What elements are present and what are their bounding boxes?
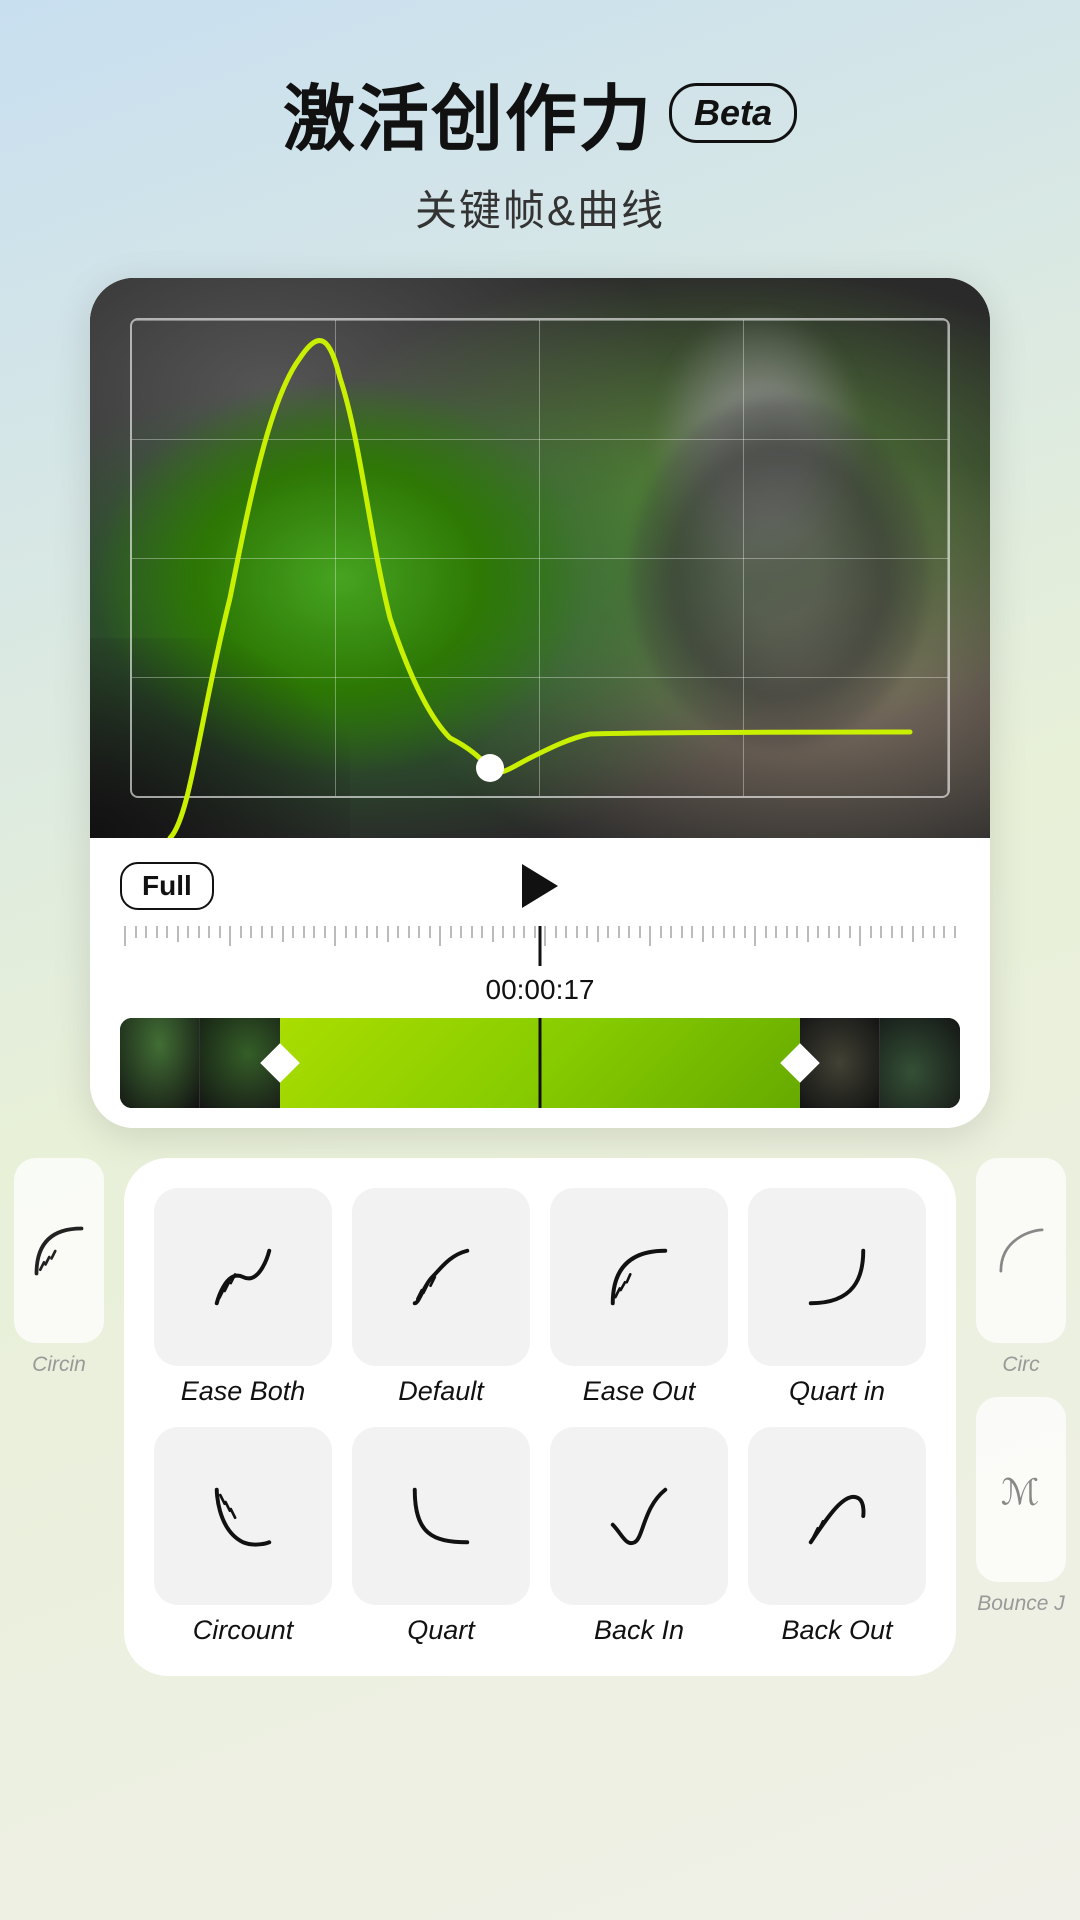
easing-card-ease-out[interactable]: [550, 1188, 728, 1366]
right-partial-group: Circ ℳ Bounce J: [976, 1158, 1066, 1616]
page-title: 激活创作力: [283, 60, 653, 165]
partial-card-circ[interactable]: [976, 1158, 1066, 1343]
partial-label-circ: Circ: [1002, 1353, 1039, 1377]
partial-card-circin[interactable]: [14, 1158, 104, 1343]
film-segment-dark-left: [120, 1018, 280, 1108]
easing-card-quart-in[interactable]: [748, 1188, 926, 1366]
easing-label-quart: Quart: [407, 1615, 475, 1646]
easing-label-ease-out: Ease Out: [583, 1376, 696, 1407]
easing-item-quart-in: Quart in: [748, 1188, 926, 1407]
easing-card-back-out[interactable]: [748, 1427, 926, 1605]
easing-label-circount: Circount: [193, 1615, 294, 1646]
easing-grid-row2: Circount Quart: [154, 1427, 926, 1646]
easing-item-ease-out: Ease Out: [550, 1188, 728, 1407]
partial-card-bounce-j[interactable]: ℳ: [976, 1397, 1066, 1582]
main-card: Full 00:00:17: [90, 278, 990, 1128]
timeline-controls: Full: [120, 862, 960, 910]
header-subtitle: 关键帧&曲线: [283, 177, 797, 238]
video-preview: [90, 278, 990, 838]
easing-row-1: Circin Eas: [0, 1158, 1080, 1676]
easing-card-back-in[interactable]: [550, 1427, 728, 1605]
easing-item-back-in: Back In: [550, 1427, 728, 1646]
partial-item-circ: Circ: [976, 1158, 1066, 1377]
easing-label-ease-both: Ease Both: [181, 1376, 306, 1407]
partial-item-bounce-j: ℳ Bounce J: [976, 1397, 1066, 1616]
easing-card-ease-both[interactable]: [154, 1188, 332, 1366]
partial-label-circin: Circin: [32, 1353, 86, 1377]
easing-label-default: Default: [398, 1376, 484, 1407]
play-button[interactable]: [522, 864, 558, 908]
easing-label-quart-in: Quart in: [789, 1376, 885, 1407]
animation-curve: [90, 278, 990, 838]
svg-text:ℳ: ℳ: [1000, 1473, 1038, 1513]
partial-item-circin: Circin: [14, 1158, 104, 1377]
easing-section: Circin Eas: [0, 1158, 1080, 1676]
easing-grid-row1: Ease Both Default: [154, 1188, 926, 1407]
easing-item-circount: Circount: [154, 1427, 332, 1646]
easing-item-back-out: Back Out: [748, 1427, 926, 1646]
easing-item-quart: Quart: [352, 1427, 530, 1646]
timeline-ruler: [120, 926, 960, 966]
film-segment-dark-right: [800, 1018, 960, 1108]
easing-card-default[interactable]: [352, 1188, 530, 1366]
page-container: 激活创作力 Beta 关键帧&曲线 Full: [0, 0, 1080, 1920]
timeline-area: Full 00:00:17: [90, 838, 990, 1128]
easing-item-ease-both: Ease Both: [154, 1188, 332, 1407]
easing-label-back-in: Back In: [594, 1615, 684, 1646]
full-badge[interactable]: Full: [120, 862, 214, 910]
easing-item-default: Default: [352, 1188, 530, 1407]
playhead-line: [539, 926, 542, 966]
timecode: 00:00:17: [120, 974, 960, 1006]
filmstrip[interactable]: [120, 1018, 960, 1108]
filmstrip-playhead: [539, 1018, 542, 1108]
easing-card-circount[interactable]: [154, 1427, 332, 1605]
partial-label-bounce-j: Bounce J: [977, 1592, 1065, 1616]
header: 激活创作力 Beta 关键帧&曲线: [283, 60, 797, 238]
center-grid-wrap: Ease Both Default: [124, 1158, 956, 1676]
header-title-row: 激活创作力 Beta: [283, 60, 797, 165]
easing-card-quart[interactable]: [352, 1427, 530, 1605]
easing-label-back-out: Back Out: [781, 1615, 892, 1646]
beta-badge: Beta: [669, 83, 797, 143]
